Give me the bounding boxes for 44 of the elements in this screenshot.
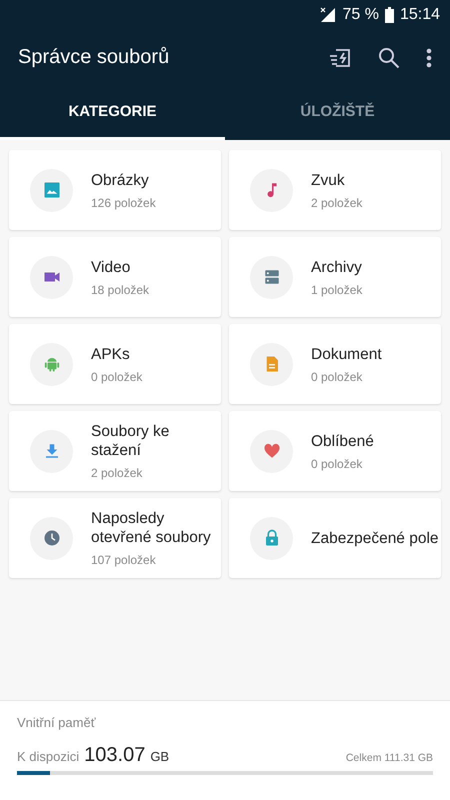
category-card[interactable]: Soubory ke stažení 2 položek (9, 411, 221, 491)
category-name: Naposledy otevřené soubory (91, 509, 212, 547)
app-title: Správce souborů (18, 46, 170, 69)
item-count: 1 položek (311, 282, 362, 296)
item-count: 0 položek (311, 370, 364, 384)
category-card[interactable]: Zvuk 2 položek (229, 150, 441, 230)
storage-title: Vnitřní paměť (17, 715, 97, 730)
battery-icon (384, 7, 394, 23)
category-card[interactable]: Archivy 1 položek (229, 237, 441, 317)
available-unit: GB (150, 749, 170, 764)
item-count: 126 položek (91, 196, 156, 210)
category-name: Archivy (311, 258, 362, 276)
transfer-icon[interactable] (328, 46, 352, 68)
category-card[interactable]: Zabezpečené pole (229, 498, 441, 578)
item-count: 2 položek (91, 466, 144, 480)
category-name: Video (91, 258, 132, 276)
available-value: 103.07 (84, 744, 146, 767)
category-name: Obrázky (91, 170, 150, 190)
category-name: Dokument (311, 344, 382, 364)
tab[interactable]: KATEGORIE (0, 85, 225, 140)
clock-time: 15:14 (400, 6, 440, 24)
category-card[interactable]: Naposledy otevřené soubory 107 položek (9, 498, 221, 578)
category-name: Soubory ke stažení (91, 422, 170, 460)
available-label: K dispozici (17, 749, 80, 764)
item-count: 0 položek (311, 456, 364, 470)
more-options-icon[interactable] (426, 48, 432, 68)
category-card[interactable]: Obrázky 126 položek (9, 150, 221, 230)
category-name: APKs (91, 344, 131, 364)
category-card[interactable]: APKs 0 položek (9, 324, 221, 404)
category-card[interactable]: Video 18 položek (9, 237, 221, 317)
battery-percentage: 75 % (342, 6, 379, 24)
category-name: Oblíbené (311, 432, 374, 450)
search-icon[interactable] (378, 46, 400, 68)
category-name: Zabezpečené pole (311, 528, 439, 548)
tab[interactable]: ÚLOŽIŠTĚ (225, 85, 450, 140)
category-card[interactable]: Dokument 0 položek (229, 324, 441, 404)
total-capacity: Celkem 111.31 GB (346, 752, 433, 764)
category-name: Zvuk (311, 170, 346, 190)
item-count: 18 položek (91, 282, 150, 296)
item-count: 0 položek (91, 370, 142, 384)
category-card[interactable]: Oblíbené 0 položek (229, 411, 441, 491)
item-count: 2 položek (311, 196, 362, 210)
signal-icon (320, 7, 336, 23)
item-count: 107 položek (91, 553, 157, 567)
